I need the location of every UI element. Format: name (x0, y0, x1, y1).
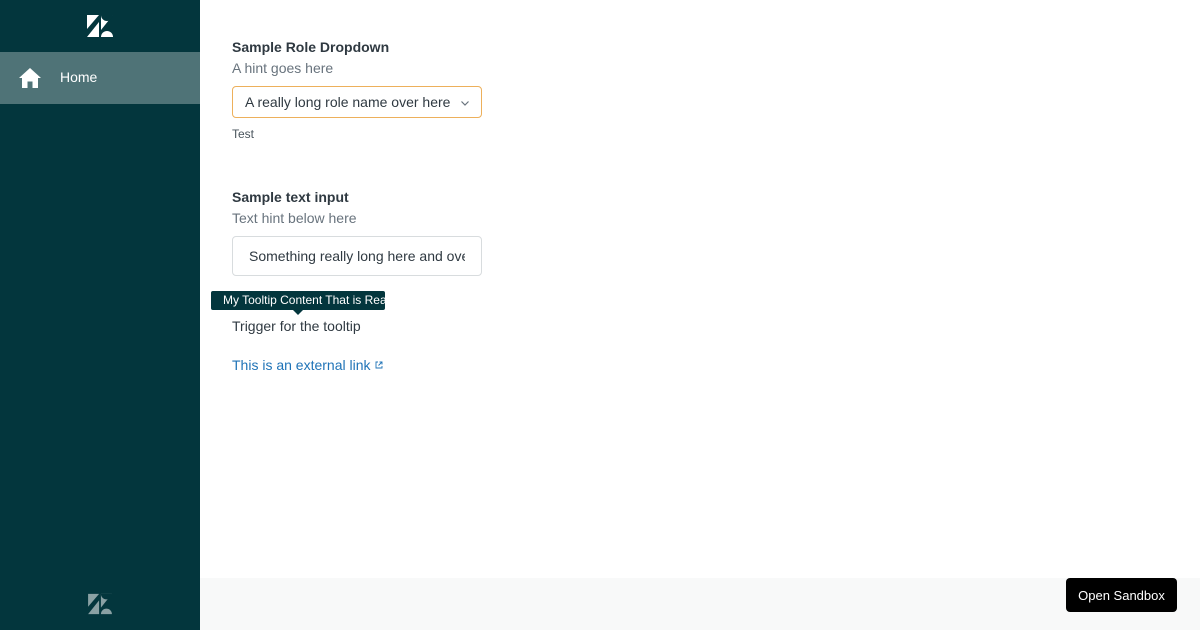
zendesk-logo-icon[interactable] (86, 14, 114, 38)
tooltip-trigger[interactable]: Trigger for the tooltip (232, 318, 361, 334)
external-link[interactable]: This is an external link (232, 357, 383, 373)
role-dropdown-label: Sample Role Dropdown (232, 39, 390, 55)
sidebar-item-home[interactable]: Home (0, 52, 200, 104)
tooltip: My Tooltip Content That is Really Long (211, 291, 385, 310)
home-icon (19, 68, 41, 88)
sample-text-input[interactable] (232, 236, 482, 276)
sidebar-item-label: Home (60, 69, 98, 85)
external-link-icon (375, 361, 382, 369)
footer: Open Sandbox (200, 578, 1200, 630)
sidebar: Home (0, 0, 200, 630)
tooltip-arrow (293, 310, 303, 315)
role-dropdown-value: A really long role name over here (245, 94, 451, 110)
role-dropdown-message: Test (232, 127, 255, 141)
open-sandbox-button[interactable]: Open Sandbox (1066, 578, 1177, 612)
external-link-label: This is an external link (232, 357, 371, 373)
text-input-label: Sample text input (232, 189, 349, 205)
main-content: Sample Role Dropdown A hint goes here A … (200, 0, 1200, 578)
role-dropdown-hint: A hint goes here (232, 60, 334, 76)
role-dropdown[interactable]: A really long role name over here (232, 86, 482, 118)
chevron-down-icon (461, 101, 469, 106)
text-input-hint: Text hint below here (232, 210, 357, 226)
zendesk-logo-icon (88, 593, 112, 615)
